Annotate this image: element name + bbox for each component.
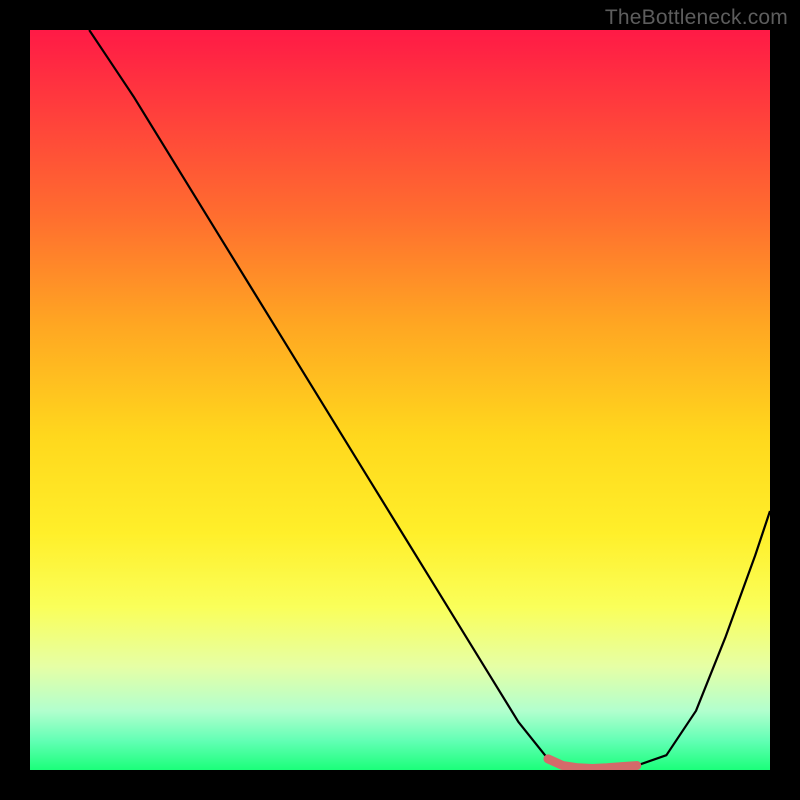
- chart-frame: TheBottleneck.com: [0, 0, 800, 800]
- sweet-spot-highlight: [548, 759, 637, 769]
- watermark-text: TheBottleneck.com: [605, 6, 788, 30]
- bottleneck-curve: [89, 30, 770, 769]
- curve-svg: [30, 30, 770, 770]
- plot-area: [30, 30, 770, 770]
